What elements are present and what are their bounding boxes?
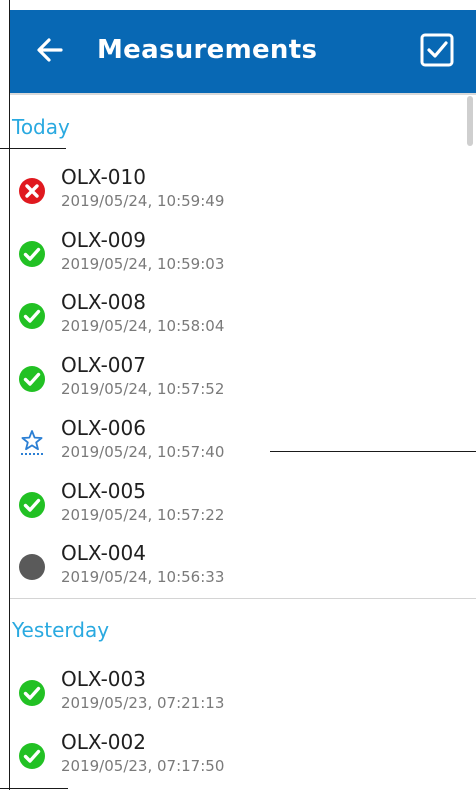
star-reference-icon: [17, 427, 47, 457]
check-circle-icon: [17, 301, 47, 331]
top-margin: [0, 0, 476, 10]
arrow-left-icon: [37, 38, 63, 62]
list-item[interactable]: OLX-010 2019/05/24, 10:59:49: [9, 162, 471, 224]
item-date: 2019/05/24, 10:57:22: [61, 506, 225, 524]
list-item[interactable]: OLX-008 2019/05/24, 10:58:04: [9, 287, 471, 349]
check-circle-icon: [17, 741, 47, 771]
item-name: OLX-007: [61, 353, 146, 377]
annotation-line: [0, 148, 66, 149]
item-date: 2019/05/23, 07:21:13: [61, 694, 225, 712]
list-item[interactable]: OLX-005 2019/05/24, 10:57:22: [9, 476, 471, 538]
item-name: OLX-002: [61, 730, 146, 754]
list-item[interactable]: OLX-007 2019/05/24, 10:57:52: [9, 350, 471, 412]
page-title: Measurements: [97, 35, 318, 65]
annotation-line: [270, 451, 476, 452]
list-item[interactable]: OLX-006 2019/05/24, 10:57:40: [9, 413, 471, 475]
back-button[interactable]: [33, 32, 67, 68]
error-icon: [17, 176, 47, 206]
section-divider: [9, 598, 476, 599]
item-name: OLX-005: [61, 479, 146, 503]
item-name: OLX-003: [61, 667, 146, 691]
item-date: 2019/05/24, 10:57:52: [61, 380, 225, 398]
item-name: OLX-010: [61, 165, 146, 189]
check-circle-icon: [17, 678, 47, 708]
section-header-today: Today: [12, 115, 70, 139]
item-date: 2019/05/24, 10:58:04: [61, 317, 225, 335]
item-date: 2019/05/24, 10:56:33: [61, 568, 225, 586]
list-item[interactable]: OLX-004 2019/05/24, 10:56:33: [9, 538, 471, 600]
check-circle-icon: [17, 490, 47, 520]
item-date: 2019/05/24, 10:59:03: [61, 255, 225, 273]
item-name: OLX-004: [61, 541, 146, 565]
pending-dot-icon: [17, 552, 47, 582]
item-name: OLX-006: [61, 416, 146, 440]
item-name: OLX-009: [61, 228, 146, 252]
app-bar: Measurements: [9, 10, 476, 93]
checkbox-checked-icon: [420, 33, 454, 67]
item-date: 2019/05/24, 10:57:40: [61, 443, 225, 461]
list-item[interactable]: OLX-003 2019/05/23, 07:21:13: [9, 664, 471, 726]
item-date: 2019/05/24, 10:59:49: [61, 192, 225, 210]
item-name: OLX-008: [61, 290, 146, 314]
section-header-yesterday: Yesterday: [12, 618, 110, 642]
annotation-frame-line: [9, 0, 10, 790]
list-item[interactable]: OLX-002 2019/05/23, 07:17:50: [9, 727, 471, 789]
annotation-line: [0, 788, 68, 789]
select-all-button[interactable]: [419, 32, 455, 68]
scrollbar[interactable]: [467, 96, 473, 146]
check-circle-icon: [17, 364, 47, 394]
check-circle-icon: [17, 239, 47, 269]
appbar-divider: [9, 93, 476, 95]
item-date: 2019/05/23, 07:17:50: [61, 757, 225, 775]
list-item[interactable]: OLX-009 2019/05/24, 10:59:03: [9, 225, 471, 287]
